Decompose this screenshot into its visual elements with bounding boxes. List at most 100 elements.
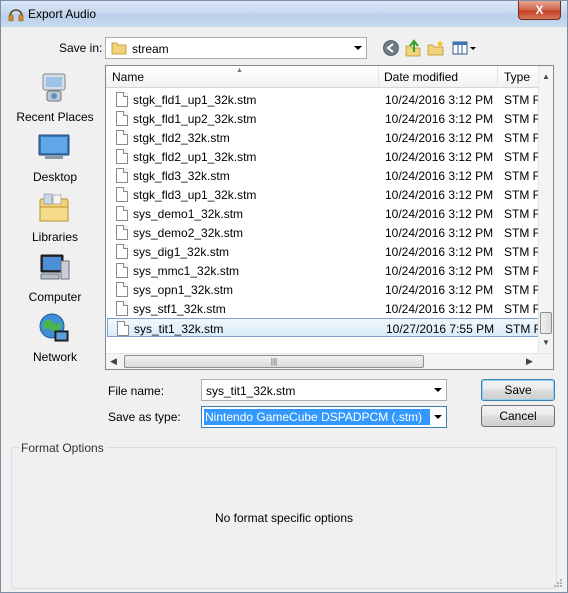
place-network[interactable]: Network	[11, 311, 99, 367]
file-name: sys_demo2_32k.stm	[133, 226, 244, 240]
file-row[interactable]: sys_tit1_32k.stm 10/27/2016 7:55 PM STM Fi	[107, 318, 544, 337]
file-type: STM Fi	[504, 169, 543, 183]
file-icon	[116, 187, 128, 202]
file-date-modified: 10/24/2016 3:12 PM	[385, 188, 494, 202]
file-row[interactable]: sys_mmc1_32k.stm 10/24/2016 3:12 PM STM Fi	[107, 261, 543, 280]
file-row[interactable]: stgk_fld1_up2_32k.stm 10/24/2016 3:12 PM S…	[107, 109, 543, 128]
file-list[interactable]: ▲ Name Date modified Type stgk_fld1_up1_…	[105, 65, 554, 370]
file-type: STM Fi	[504, 245, 543, 259]
chevron-down-icon[interactable]	[434, 415, 442, 419]
file-date-modified: 10/24/2016 3:12 PM	[385, 150, 494, 164]
format-options-title: Format Options	[19, 441, 106, 455]
place-libraries[interactable]: Libraries	[11, 191, 99, 247]
file-row[interactable]: sys_demo1_32k.stm 10/24/2016 3:12 PM STM F…	[107, 204, 543, 223]
scroll-left-icon[interactable]: ◀	[110, 356, 117, 367]
column-name[interactable]: Name	[112, 70, 144, 84]
vertical-scrollbar[interactable]: ▲ ▼	[538, 66, 553, 354]
file-row[interactable]: sys_opn1_32k.stm 10/24/2016 3:12 PM STM Fi	[107, 280, 543, 299]
chevron-down-icon[interactable]	[434, 388, 442, 392]
file-icon	[116, 263, 128, 278]
file-date-modified: 10/24/2016 3:12 PM	[385, 283, 494, 297]
file-icon	[116, 130, 128, 145]
save-button[interactable]: Save	[481, 379, 555, 401]
save-in-dropdown[interactable]: stream	[105, 37, 367, 59]
file-date-modified: 10/24/2016 3:12 PM	[385, 93, 494, 107]
file-name: stgk_fld3_32k.stm	[133, 169, 230, 183]
scroll-up-icon[interactable]: ▲	[542, 72, 550, 81]
chevron-down-icon	[354, 46, 362, 50]
file-row[interactable]: stgk_fld2_32k.stm 10/24/2016 3:12 PM STM F…	[107, 128, 543, 147]
file-row[interactable]: stgk_fld3_up1_32k.stm 10/24/2016 3:12 PM S…	[107, 185, 543, 204]
file-date-modified: 10/24/2016 3:12 PM	[385, 169, 494, 183]
sort-ascending-icon: ▲	[236, 67, 243, 74]
place-label: Recent Places	[16, 110, 94, 124]
scroll-right-icon[interactable]: ▶	[526, 356, 533, 367]
scroll-down-icon[interactable]: ▼	[542, 338, 550, 347]
column-divider[interactable]	[497, 66, 498, 88]
file-name-field[interactable]: sys_tit1_32k.stm	[201, 379, 447, 401]
place-desktop[interactable]: Desktop	[11, 131, 99, 187]
file-date-modified: 10/24/2016 3:12 PM	[385, 226, 494, 240]
horizontal-scrollbar[interactable]: ◀ ||| ▶	[106, 353, 553, 369]
file-type: STM Fi	[504, 207, 543, 221]
file-type: STM Fi	[504, 188, 543, 202]
file-row[interactable]: stgk_fld3_32k.stm 10/24/2016 3:12 PM STM F…	[107, 166, 543, 185]
file-icon	[116, 301, 128, 316]
up-folder-icon[interactable]	[403, 38, 423, 58]
column-divider[interactable]	[378, 66, 379, 88]
file-name: sys_stf1_32k.stm	[133, 302, 226, 316]
title-bar[interactable]: Export Audio X	[1, 1, 567, 27]
libraries-icon	[39, 193, 69, 222]
place-recent-places[interactable]: Recent Places	[11, 71, 99, 127]
file-name-label: File name:	[108, 384, 165, 398]
close-button[interactable]: X	[518, 1, 561, 20]
vertical-scroll-thumb[interactable]	[540, 312, 552, 334]
place-label: Desktop	[32, 170, 78, 184]
file-icon	[116, 206, 128, 221]
file-date-modified: 10/24/2016 3:12 PM	[385, 302, 494, 316]
save-as-type-dropdown[interactable]: Nintendo GameCube DSPADPCM (.stm)	[201, 406, 447, 428]
place-label: Computer	[28, 290, 82, 304]
file-date-modified: 10/24/2016 3:12 PM	[385, 207, 494, 221]
file-icon	[116, 168, 128, 183]
column-type[interactable]: Type	[504, 70, 530, 84]
file-date-modified: 10/24/2016 3:12 PM	[385, 264, 494, 278]
file-name: sys_mmc1_32k.stm	[133, 264, 240, 278]
file-icon	[116, 244, 128, 259]
file-name-value: sys_tit1_32k.stm	[206, 384, 296, 398]
file-name: stgk_fld2_32k.stm	[133, 131, 230, 145]
new-folder-icon[interactable]	[426, 38, 446, 58]
file-type: STM Fi	[504, 93, 543, 107]
column-date-modified[interactable]: Date modified	[384, 70, 458, 84]
export-audio-dialog: Export Audio X Save in: stream Recent Pl…	[0, 0, 568, 593]
file-icon	[116, 225, 128, 240]
file-name: sys_dig1_32k.stm	[133, 245, 230, 259]
back-icon[interactable]	[381, 38, 401, 58]
format-options-message: No format specific options	[214, 511, 354, 525]
file-row[interactable]: sys_demo2_32k.stm 10/24/2016 3:12 PM STM F…	[107, 223, 543, 242]
file-row[interactable]: stgk_fld2_up1_32k.stm 10/24/2016 3:12 PM S…	[107, 147, 543, 166]
save-as-type-value: Nintendo GameCube DSPADPCM (.stm)	[205, 410, 423, 424]
file-type: STM Fi	[504, 264, 543, 278]
file-type: STM Fi	[504, 226, 543, 240]
horizontal-scroll-thumb[interactable]: |||	[124, 355, 424, 368]
place-label: Network	[32, 350, 77, 364]
resize-grip-icon[interactable]	[553, 578, 563, 588]
file-icon	[117, 321, 129, 336]
desktop-icon	[38, 134, 70, 159]
recent-places-icon	[42, 73, 66, 102]
file-name: stgk_fld1_up1_32k.stm	[133, 93, 257, 107]
cancel-button[interactable]: Cancel	[481, 405, 555, 427]
file-row[interactable]: stgk_fld1_up1_32k.stm 10/24/2016 3:12 PM S…	[107, 90, 543, 109]
file-date-modified: 10/27/2016 7:55 PM	[386, 322, 495, 336]
file-row[interactable]: sys_dig1_32k.stm 10/24/2016 3:12 PM STM Fi	[107, 242, 543, 261]
file-type: STM Fi	[504, 283, 543, 297]
place-computer[interactable]: Computer	[11, 251, 99, 307]
file-icon	[116, 92, 128, 107]
view-menu-icon[interactable]	[451, 38, 477, 58]
file-row[interactable]: sys_stf1_32k.stm 10/24/2016 3:12 PM STM Fi	[107, 299, 543, 318]
file-name: sys_tit1_32k.stm	[134, 322, 224, 336]
file-date-modified: 10/24/2016 3:12 PM	[385, 245, 494, 259]
file-icon	[116, 149, 128, 164]
file-name: sys_opn1_32k.stm	[133, 283, 234, 297]
